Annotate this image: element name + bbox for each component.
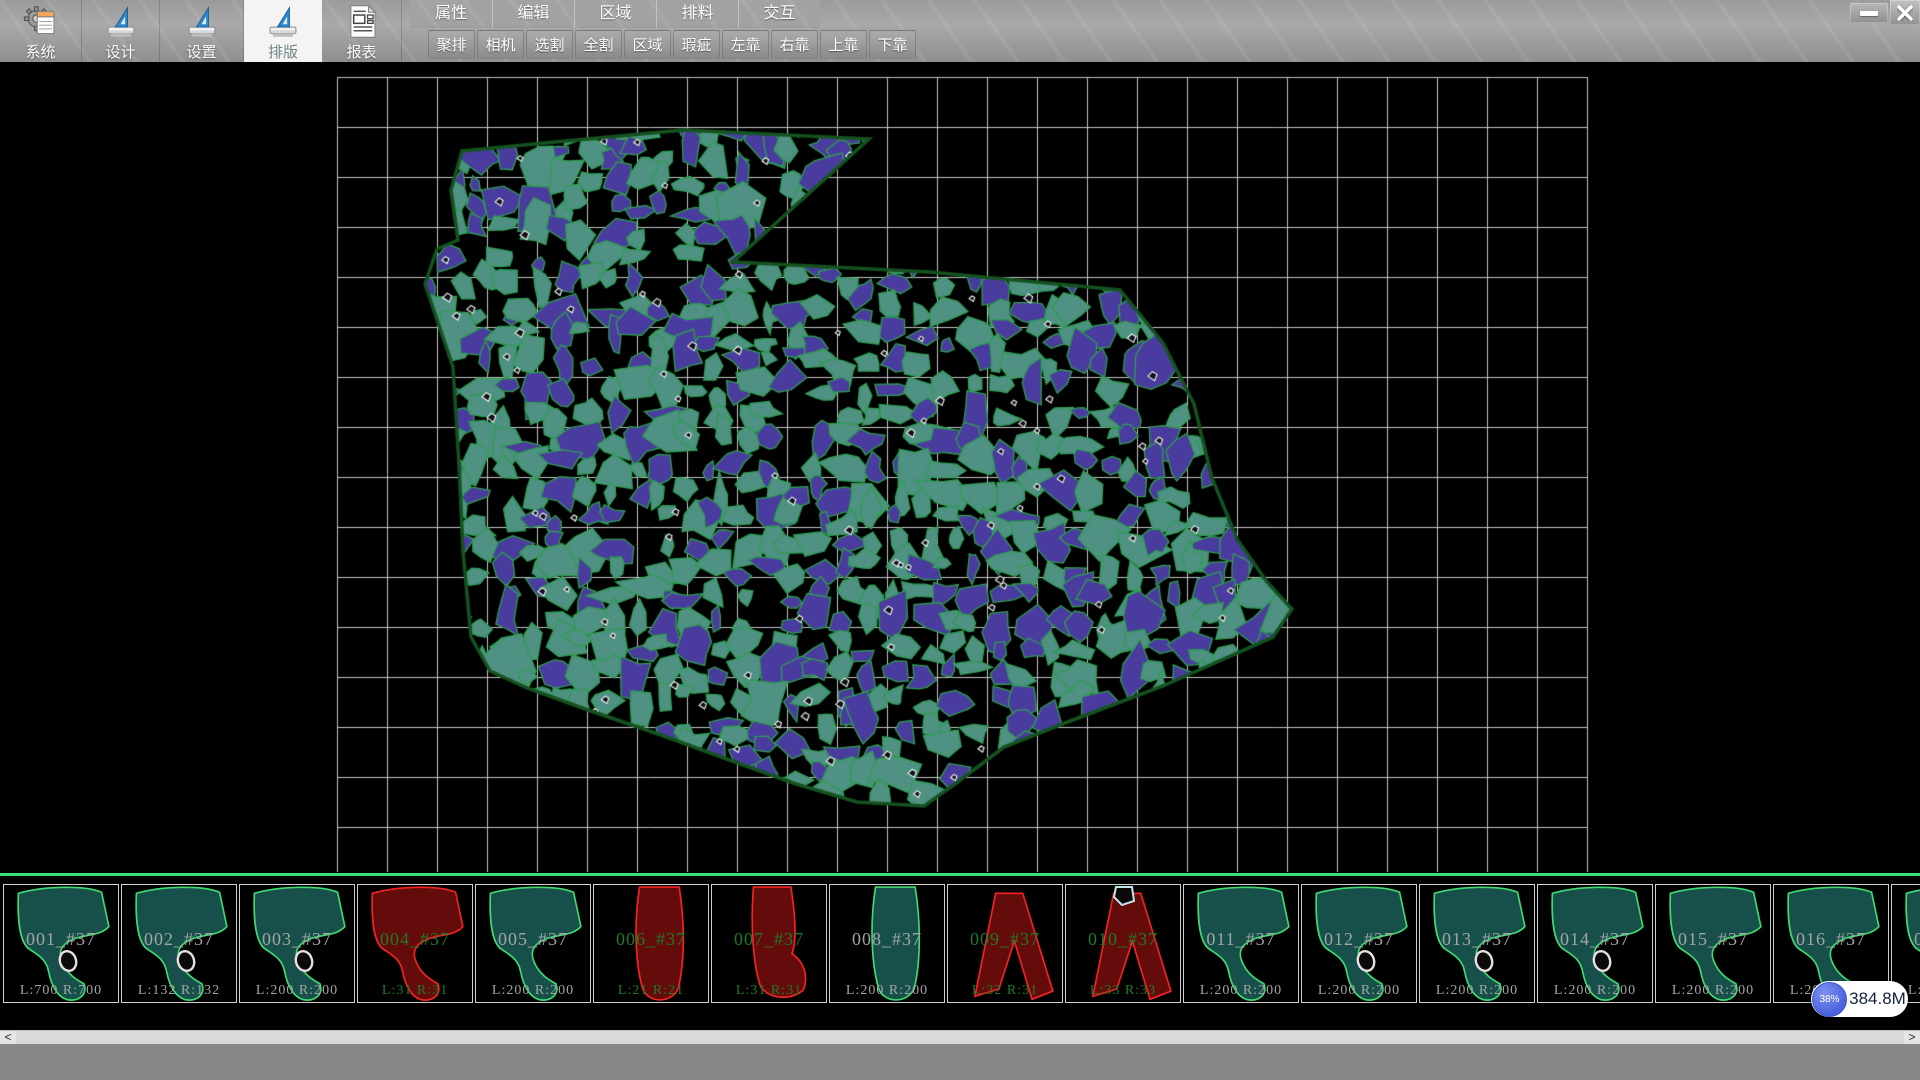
menu-item-属性[interactable]: 属性 [410, 0, 492, 28]
piece-thumbnail-013_#37[interactable]: 013_#37 L:200 R:200 [1419, 884, 1535, 1003]
nav-tab-排版[interactable]: 排版 [244, 0, 322, 62]
piece-size-label: L:31 R:31 [712, 983, 826, 999]
piece-id-label: 010_#37 [1066, 929, 1180, 950]
menu-bar: 属性编辑区域排料交互 [410, 0, 820, 28]
menu-item-区域[interactable]: 区域 [574, 0, 656, 28]
piece-size-label: L:31 R:31 [358, 983, 472, 999]
nav-tab-label: 系统 [25, 41, 55, 62]
pieces-panel: 001_#37L:700 R:700002_#37L:132 R:132003_… [0, 872, 1920, 1030]
piece-id-label: 016_#37 [1774, 929, 1888, 950]
piece-thumbnail-015_#37[interactable]: 015_#37 L:200 R:200 [1655, 884, 1771, 1003]
piece-thumbnail-008_#37[interactable]: 008_#37 L:200 R:200 [829, 884, 945, 1003]
piece-thumbnail-012_#37[interactable]: 012_#37 L:200 R:200 [1301, 884, 1417, 1003]
piece-thumbnail-011_#37[interactable]: 011_#37 L:200 R:200 [1183, 884, 1299, 1003]
piece-thumbnail-004_#37[interactable]: 004_#37 L:31 R:31 [357, 884, 473, 1003]
report-document-icon [342, 3, 382, 40]
tool-button-聚排[interactable]: 聚排 [428, 30, 475, 59]
nesting-workspace[interactable] [0, 62, 1920, 872]
memory-percent-label: 38% [1819, 994, 1839, 1005]
piece-thumbnail-002_#37[interactable]: 002_#37 L:132 R:132 [121, 884, 237, 1003]
piece-id-label: 008_#37 [830, 929, 944, 950]
memory-percent-indicator: 38% [1812, 982, 1847, 1017]
piece-thumbnail-005_#37[interactable]: 005_#37 L:200 R:200 [475, 884, 591, 1003]
piece-id-label: 013_#37 [1420, 929, 1534, 950]
piece-size-label: L:200 R:200 [830, 983, 944, 999]
nav-tab-设计[interactable]: 设计 [82, 0, 160, 62]
piece-id-label: 002_#37 [122, 929, 236, 950]
piece-id-label: 004_#37 [358, 929, 472, 950]
piece-size-label: L:200 R:200 [240, 983, 354, 999]
piece-thumbnail-strip: 001_#37L:700 R:700002_#37L:132 R:132003_… [3, 884, 1920, 1003]
piece-id-label: 017_#37 [1892, 929, 1920, 950]
piece-size-label: L:33 R:33 [1066, 983, 1180, 999]
piece-thumbnail-003_#37[interactable]: 003_#37 L:200 R:200 [239, 884, 355, 1003]
piece-id-label: 011_#37 [1184, 929, 1298, 950]
horizontal-scrollbar[interactable]: < > [0, 1030, 1920, 1044]
piece-thumbnail-006_#37[interactable]: 006_#37 L:21 R:21 [593, 884, 709, 1003]
triangle-ruler-icon [101, 3, 141, 40]
menu-item-编辑[interactable]: 编辑 [492, 0, 574, 28]
nav-tab-设置[interactable]: 设置 [160, 0, 244, 62]
piece-size-label: L:200 R:200 [1184, 983, 1298, 999]
piece-size-label: L:200 R:200 [1656, 983, 1770, 999]
piece-thumbnail-007_#37[interactable]: 007_#37 L:31 R:31 [711, 884, 827, 1003]
tool-button-右靠[interactable]: 右靠 [771, 30, 818, 59]
application-window: 系统设计设置排版报表 属性编辑区域排料交互 聚排相机选割全割区域瑕疵左靠右靠上靠… [0, 0, 1920, 1080]
piece-size-label: L:700 R:700 [4, 983, 118, 999]
nav-tab-label: 设置 [186, 41, 216, 62]
piece-thumbnail-010_#37[interactable]: 010_#37 L:33 R:33 [1065, 884, 1181, 1003]
piece-size-label: L:200 R:200 [1302, 983, 1416, 999]
tool-button-上靠[interactable]: 上靠 [820, 30, 867, 59]
nav-tab-label: 设计 [105, 41, 135, 62]
minimize-button[interactable] [1850, 3, 1888, 23]
piece-id-label: 006_#37 [594, 929, 708, 950]
tool-button-瑕疵[interactable]: 瑕疵 [673, 30, 720, 59]
piece-size-label: L:32 R:31 [948, 983, 1062, 999]
piece-thumbnail-014_#37[interactable]: 014_#37 L:200 R:200 [1537, 884, 1653, 1003]
status-bar [0, 1044, 1920, 1080]
tool-button-下靠[interactable]: 下靠 [869, 30, 916, 59]
piece-size-label: L:200 R:200 [1538, 983, 1652, 999]
tool-button-相机[interactable]: 相机 [477, 30, 524, 59]
nesting-canvas[interactable] [0, 62, 1920, 872]
panel-separator-line [0, 873, 1920, 876]
piece-thumbnail-001_#37[interactable]: 001_#37 L:700 R:700 [3, 884, 119, 1003]
piece-size-label: L:21 R:21 [594, 983, 708, 999]
piece-id-label: 009_#37 [948, 929, 1062, 950]
tool-button-row: 聚排相机选割全割区域瑕疵左靠右靠上靠下靠 [428, 30, 916, 60]
close-button[interactable] [1890, 0, 1920, 25]
triangle-ruler-icon [182, 3, 222, 40]
memory-amount-label: 384.8M [1847, 989, 1908, 1009]
tool-button-全割[interactable]: 全割 [575, 30, 622, 59]
menu-item-排料[interactable]: 排料 [656, 0, 738, 28]
scroll-right-arrow-icon[interactable]: > [1904, 1031, 1920, 1045]
piece-size-label: L:200 R:200 [476, 983, 590, 999]
piece-id-label: 003_#37 [240, 929, 354, 950]
piece-size-label: L:200 R:200 [1420, 983, 1534, 999]
piece-id-label: 012_#37 [1302, 929, 1416, 950]
piece-size-label: L:132 R:132 [122, 983, 236, 999]
top-toolbar: 系统设计设置排版报表 属性编辑区域排料交互 聚排相机选割全割区域瑕疵左靠右靠上靠… [0, 0, 1920, 62]
piece-id-label: 015_#37 [1656, 929, 1770, 950]
triangle-ruler-icon [263, 3, 303, 40]
close-icon [1897, 5, 1913, 21]
piece-thumbnail-009_#37[interactable]: 009_#37 L:32 R:31 [947, 884, 1063, 1003]
minimize-icon [1860, 11, 1878, 16]
piece-id-label: 007_#37 [712, 929, 826, 950]
system-gear-icon [21, 3, 61, 40]
tool-button-选割[interactable]: 选割 [526, 30, 573, 59]
memory-usage-badge: 38% 384.8M [1811, 981, 1908, 1017]
tool-button-区域[interactable]: 区域 [624, 30, 671, 59]
scroll-left-arrow-icon[interactable]: < [0, 1031, 16, 1045]
nav-tab-报表[interactable]: 报表 [322, 0, 402, 62]
menu-item-交互[interactable]: 交互 [738, 0, 820, 28]
piece-id-label: 014_#37 [1538, 929, 1652, 950]
piece-id-label: 001_#37 [4, 929, 118, 950]
piece-id-label: 005_#37 [476, 929, 590, 950]
tool-button-左靠[interactable]: 左靠 [722, 30, 769, 59]
nav-tab-系统[interactable]: 系统 [0, 0, 82, 62]
nav-tab-label: 排版 [268, 41, 298, 62]
nav-tab-label: 报表 [346, 41, 376, 62]
